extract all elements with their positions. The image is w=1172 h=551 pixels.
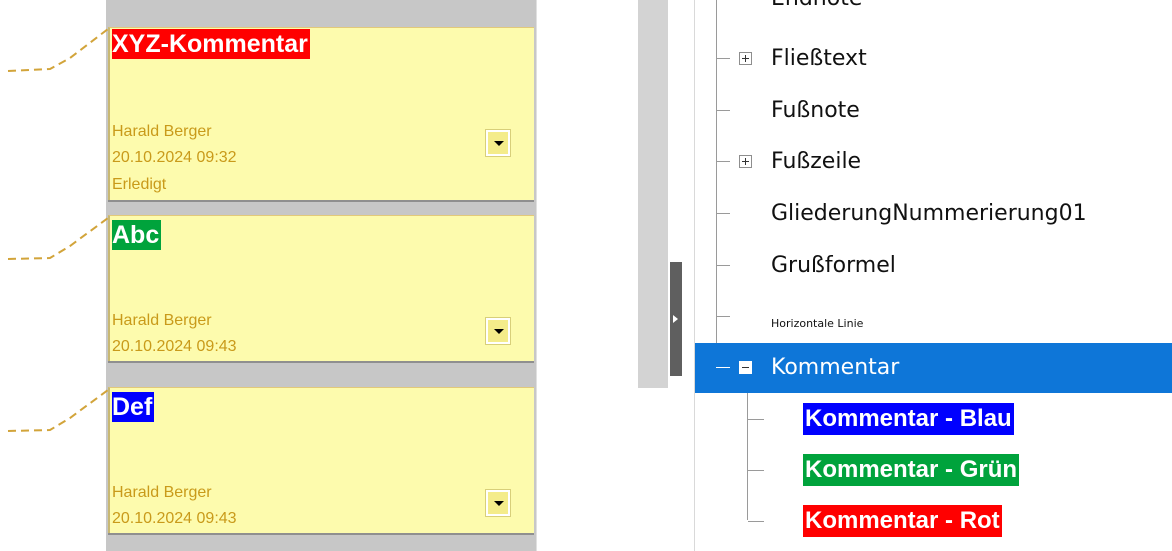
tree-item-label: Horizontale Linie	[771, 317, 864, 330]
comment-date: 20.10.2024 09:43	[112, 510, 237, 527]
comment-author: Harald Berger	[112, 484, 212, 501]
tree-branch-line	[716, 265, 730, 266]
tree-item-label: Kommentar - Grün	[803, 454, 1020, 486]
comment-date: 20.10.2024 09:32	[112, 149, 237, 166]
tree-item-label: Kommentar - Rot	[803, 505, 1002, 537]
pane-collapse-handle[interactable]	[670, 262, 682, 376]
tree-branch-line	[716, 367, 730, 368]
tree-item-kommentar[interactable]: Kommentar	[695, 343, 1172, 393]
tree-branch-line	[716, 213, 730, 214]
tree-item-fliesstext[interactable]: Fließtext	[695, 34, 1172, 84]
comment-menu-dropdown[interactable]	[485, 489, 511, 517]
tree-item-gliederung[interactable]: GliederungNummerierung01	[695, 189, 1172, 239]
tree-branch-line	[716, 316, 730, 317]
tree-branch-line	[716, 110, 730, 111]
vertical-scrollbar[interactable]	[638, 0, 668, 388]
expand-plus-icon[interactable]	[739, 52, 752, 65]
document-gutter	[536, 0, 639, 551]
comment-title: Abc	[112, 220, 162, 250]
tree-item-endnote[interactable]: Endnote	[695, 0, 1172, 24]
tree-item-label: GliederungNummerierung01	[771, 201, 1087, 226]
tree-item-fusszeile[interactable]: Fußzeile	[695, 137, 1172, 187]
tree-item-label: Fließtext	[771, 46, 867, 71]
tree-item-label: Grußformel	[771, 253, 896, 278]
comment-title: XYZ-Kommentar	[112, 29, 310, 59]
comment-card[interactable]: Abc Harald Berger 20.10.2024 09:43	[108, 215, 534, 361]
collapse-minus-icon[interactable]	[739, 361, 752, 374]
tree-branch-line	[748, 521, 764, 522]
comment-title: Def	[112, 392, 155, 422]
comment-menu-dropdown[interactable]	[485, 317, 511, 345]
tree-item-fussnote[interactable]: Fußnote	[695, 86, 1172, 136]
tree-branch-line	[716, 58, 730, 59]
comment-status: Erledigt	[112, 176, 167, 193]
comment-author: Harald Berger	[112, 123, 212, 140]
expand-plus-icon[interactable]	[739, 155, 752, 168]
tree-item-label: Kommentar - Blau	[803, 403, 1014, 435]
tree-item-kommentar-gruen[interactable]: Kommentar - Grün	[695, 446, 1172, 496]
tree-branch-line	[748, 419, 764, 420]
tree-item-kommentar-blau[interactable]: Kommentar - Blau	[695, 395, 1172, 445]
comment-author: Harald Berger	[112, 312, 212, 329]
tree-branch-line	[748, 470, 764, 471]
tree-item-grussformel[interactable]: Grußformel	[695, 241, 1172, 291]
tree-item-label: Kommentar	[771, 355, 900, 380]
comment-card[interactable]: Def Harald Berger 20.10.2024 09:43	[108, 387, 534, 533]
tree-item-kommentar-rot[interactable]: Kommentar - Rot	[695, 497, 1172, 547]
tree-item-horizontale-linie[interactable]: Horizontale Linie	[695, 292, 1172, 342]
comment-card[interactable]: XYZ-Kommentar Harald Berger 20.10.2024 0…	[108, 27, 534, 200]
tree-branch-line	[716, 161, 730, 162]
pane-gap	[638, 388, 668, 551]
comment-anchor-lines	[7, 28, 109, 432]
tree-item-label: Fußzeile	[771, 149, 862, 174]
tree-item-label: Fußnote	[771, 98, 860, 123]
tree-item-label: Endnote	[771, 0, 862, 14]
comment-menu-dropdown[interactable]	[485, 129, 511, 157]
comment-date: 20.10.2024 09:43	[112, 338, 237, 355]
